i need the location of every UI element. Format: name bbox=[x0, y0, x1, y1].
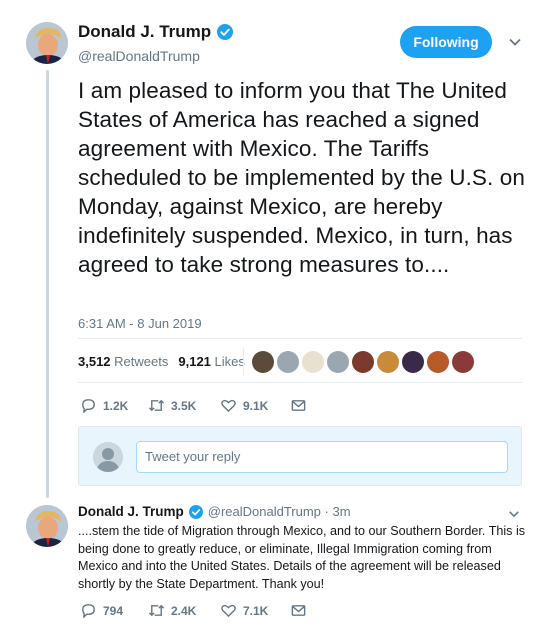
chevron-down-icon[interactable] bbox=[508, 508, 520, 520]
retweet-action[interactable]: 2.4K bbox=[148, 602, 220, 619]
reply-count: 1.2K bbox=[103, 398, 129, 413]
liker-avatar[interactable] bbox=[427, 351, 449, 373]
reply-icon bbox=[82, 399, 95, 413]
reply-input[interactable]: Tweet your reply bbox=[136, 441, 508, 473]
verified-badge-icon bbox=[217, 24, 234, 40]
reply-compose-box: Tweet your reply bbox=[78, 426, 522, 486]
likes-stat[interactable]: 9,121 Likes bbox=[178, 354, 245, 369]
tweet-actions: 1.2K 3.5K 9.1K bbox=[80, 397, 307, 414]
like-count: 9.1K bbox=[243, 398, 269, 413]
retweet-icon bbox=[148, 604, 165, 617]
following-button[interactable]: Following bbox=[400, 26, 492, 58]
retweet-count: 2.4K bbox=[171, 603, 197, 618]
divider bbox=[243, 348, 244, 376]
liker-avatar[interactable] bbox=[352, 351, 374, 373]
tweet-text: I am pleased to inform you that The Unit… bbox=[78, 78, 525, 277]
likes-count: 9,121 bbox=[178, 354, 211, 369]
retweets-label: Retweets bbox=[114, 354, 169, 369]
reply-count: 794 bbox=[103, 603, 124, 618]
liker-avatar[interactable] bbox=[302, 351, 324, 373]
retweet-count: 3.5K bbox=[171, 398, 197, 413]
reply-text: ....stem the tide of Migration through M… bbox=[78, 524, 526, 591]
reply-author-name[interactable]: Donald J. Trump bbox=[78, 504, 184, 519]
like-action[interactable]: 9.1K bbox=[220, 397, 290, 414]
reply-action[interactable]: 794 bbox=[80, 602, 148, 619]
thread-connector-line bbox=[46, 70, 49, 498]
envelope-icon bbox=[291, 605, 306, 616]
direct-message-action[interactable] bbox=[290, 602, 307, 619]
default-user-icon bbox=[93, 442, 123, 472]
liker-avatar[interactable] bbox=[402, 351, 424, 373]
retweets-stat[interactable]: 3,512 Retweets bbox=[78, 354, 168, 369]
retweet-action[interactable]: 3.5K bbox=[148, 397, 220, 414]
author-name[interactable]: Donald J. Trump bbox=[78, 22, 211, 42]
liker-avatar[interactable] bbox=[277, 351, 299, 373]
author-handle[interactable]: @realDonaldTrump bbox=[78, 48, 233, 64]
tweet-stats: 3,512 Retweets 9,121 Likes bbox=[78, 354, 245, 369]
reply-action[interactable]: 1.2K bbox=[80, 397, 148, 414]
like-action[interactable]: 7.1K bbox=[220, 602, 290, 619]
like-count: 7.1K bbox=[243, 603, 269, 618]
divider bbox=[78, 338, 522, 339]
liker-avatars bbox=[252, 351, 474, 373]
retweet-icon bbox=[148, 399, 165, 412]
divider bbox=[78, 382, 522, 383]
liker-avatar[interactable] bbox=[377, 351, 399, 373]
heart-icon bbox=[221, 604, 236, 617]
liker-avatar[interactable] bbox=[327, 351, 349, 373]
chevron-down-icon[interactable] bbox=[508, 35, 522, 49]
reply-icon bbox=[82, 604, 95, 618]
heart-icon bbox=[221, 399, 236, 412]
direct-message-action[interactable] bbox=[290, 397, 307, 414]
user-avatar[interactable] bbox=[93, 442, 123, 472]
verified-badge-icon bbox=[188, 504, 203, 519]
reply-header: Donald J. Trump @realDonaldTrump · 3m bbox=[78, 504, 351, 519]
author-avatar[interactable] bbox=[26, 22, 68, 64]
liker-avatar[interactable] bbox=[452, 351, 474, 373]
envelope-icon bbox=[291, 400, 306, 411]
liker-avatar[interactable] bbox=[252, 351, 274, 373]
reply-handle-time[interactable]: @realDonaldTrump · 3m bbox=[208, 504, 351, 519]
tweet-timestamp[interactable]: 6:31 AM - 8 Jun 2019 bbox=[78, 316, 202, 331]
retweets-count: 3,512 bbox=[78, 354, 111, 369]
likes-label: Likes bbox=[214, 354, 245, 369]
reply-author-avatar[interactable] bbox=[26, 505, 68, 547]
reply-actions: 794 2.4K 7.1K bbox=[80, 602, 307, 619]
